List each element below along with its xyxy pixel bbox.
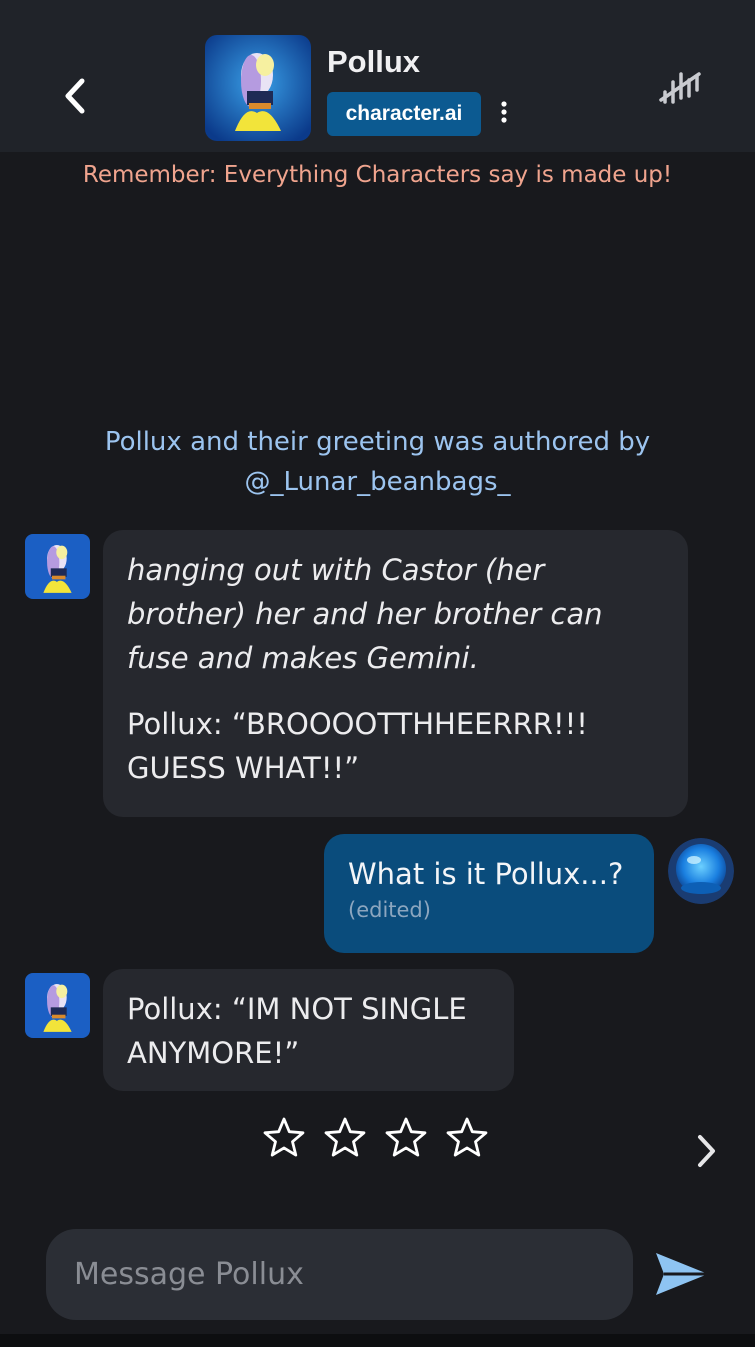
disclaimer-text: Remember: Everything Characters say is m…	[82, 162, 673, 188]
user-avatar[interactable]	[668, 838, 734, 904]
message-text: What is it Pollux...?	[348, 857, 624, 891]
more-options-button[interactable]	[492, 96, 516, 128]
author-handle-link[interactable]: @_Lunar_beanbags_	[60, 462, 695, 502]
history-slash-icon	[659, 72, 701, 104]
user-message-bubble: What is it Pollux...? (edited)	[324, 834, 654, 953]
paper-plane-icon	[656, 1253, 708, 1295]
star-icon[interactable]	[323, 1116, 367, 1160]
star-icon[interactable]	[384, 1116, 428, 1160]
bot-message-bubble: Pollux: “IM NOT SINGLE ANYMORE!”	[103, 969, 514, 1091]
message-paragraph: Pollux: “BROOOOTTHHEERRR!!! GUESS WHAT!!…	[127, 707, 588, 785]
author-note-line: Pollux and their greeting was authored b…	[104, 427, 651, 457]
vertical-dots-icon	[501, 101, 507, 123]
bottom-edge	[0, 1334, 755, 1347]
back-button[interactable]	[54, 70, 96, 122]
chat-header: Pollux character.ai	[0, 0, 755, 152]
next-response-button[interactable]	[688, 1128, 724, 1174]
rating-stars	[262, 1116, 489, 1160]
bot-avatar[interactable]	[25, 973, 90, 1038]
send-button[interactable]	[648, 1244, 716, 1304]
author-note: Pollux and their greeting was authored b…	[60, 422, 695, 502]
creator-badge: character.ai	[327, 92, 481, 136]
message-paragraph: hanging out with Castor (her brother) he…	[127, 553, 603, 675]
chevron-right-icon	[698, 1135, 715, 1167]
star-icon[interactable]	[445, 1116, 489, 1160]
message-input[interactable]	[46, 1229, 633, 1320]
edited-label: (edited)	[348, 898, 431, 922]
bot-avatar[interactable]	[25, 534, 90, 599]
character-avatar[interactable]	[205, 35, 311, 141]
chevron-left-icon	[65, 78, 85, 114]
history-button[interactable]	[652, 62, 708, 112]
message-paragraph: Pollux: “IM NOT SINGLE ANYMORE!”	[127, 992, 467, 1070]
character-name: Pollux	[327, 44, 421, 79]
bot-message-bubble: hanging out with Castor (her brother) he…	[103, 530, 688, 817]
star-icon[interactable]	[262, 1116, 306, 1160]
